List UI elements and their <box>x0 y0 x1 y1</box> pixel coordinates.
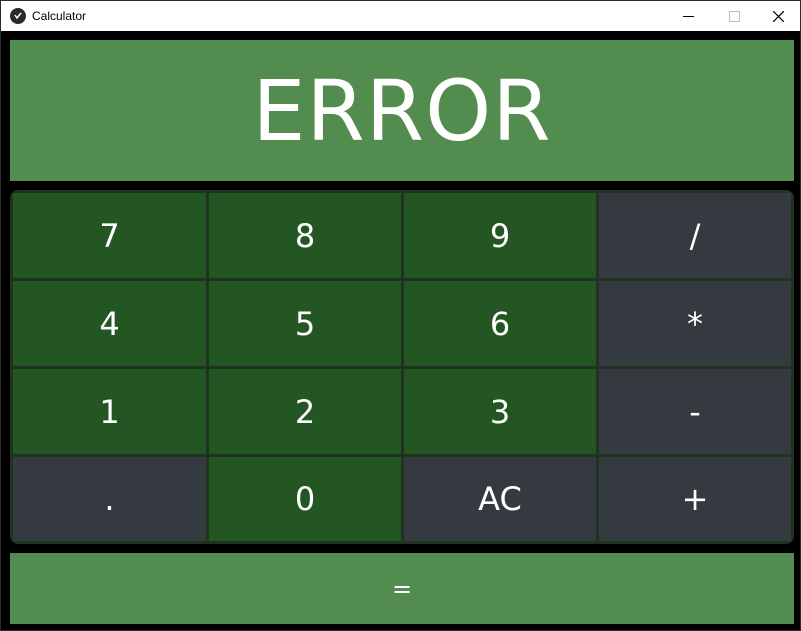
key-digit-6-button[interactable]: 6 <box>404 281 596 366</box>
window-title: Calculator <box>32 9 87 23</box>
calculator-window: Calculator ERROR 7 8 9/ 4 5 6 * 1 2 3-. 0 AC + = <box>0 0 801 631</box>
key-subtract-button[interactable]: - <box>599 369 791 454</box>
key-digit-4-button[interactable]: 4 <box>13 281 206 366</box>
close-icon <box>772 10 784 22</box>
title-bar[interactable]: Calculator <box>1 1 800 31</box>
key-add-button[interactable]: + <box>599 457 791 541</box>
key-digit-8-button[interactable]: 8 <box>209 193 401 278</box>
key-digit-5-button[interactable]: 5 <box>209 281 401 366</box>
key-digit-1-button[interactable]: 1 <box>13 369 206 454</box>
close-button[interactable] <box>755 1 801 31</box>
key-digit-0-button[interactable]: 0 <box>209 457 401 541</box>
display-value: ERROR <box>252 61 552 160</box>
result-display: ERROR <box>10 40 794 181</box>
key-divide-button[interactable]: / <box>599 193 791 278</box>
keypad: 7 8 9/ 4 5 6 * 1 2 3-. 0 AC + <box>10 190 794 544</box>
key-multiply-button[interactable]: * <box>599 281 791 366</box>
key-digit-7-button[interactable]: 7 <box>13 193 206 278</box>
key-digit-9-button[interactable]: 9 <box>404 193 596 278</box>
key-digit-3-button[interactable]: 3 <box>404 369 596 454</box>
minimize-icon <box>682 15 694 17</box>
key-clear-button[interactable]: AC <box>404 457 596 541</box>
maximize-button[interactable] <box>711 1 757 31</box>
maximize-icon <box>728 10 740 22</box>
key-digit-2-button[interactable]: 2 <box>209 369 401 454</box>
app-icon <box>10 8 26 24</box>
equals-button[interactable]: = <box>10 553 794 624</box>
key-decimal-button[interactable]: . <box>13 457 206 541</box>
minimize-button[interactable] <box>665 1 711 31</box>
